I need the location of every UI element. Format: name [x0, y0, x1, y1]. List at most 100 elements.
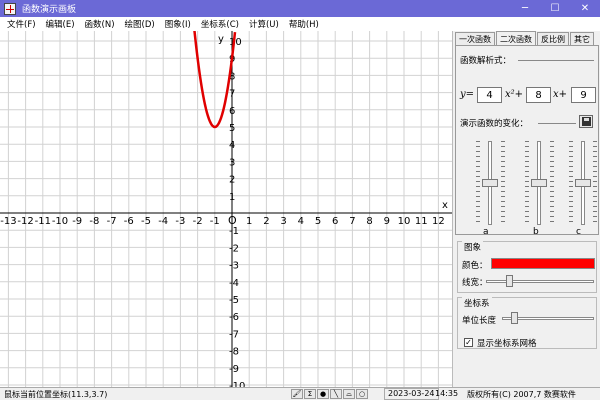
minimize-button[interactable]: ─	[510, 0, 540, 17]
circle-icon[interactable]: ○	[356, 389, 368, 399]
color-swatch[interactable]	[491, 258, 595, 269]
sigma-icon[interactable]: Σ	[304, 389, 316, 399]
grid-checkbox-label: 显示坐标系网格	[477, 339, 537, 349]
coef-c-input[interactable]: 9	[571, 87, 596, 103]
function-tabs: 一次函数 二次函数 反比例 其它	[455, 31, 595, 46]
x-tick-label: 5	[315, 216, 321, 227]
linewidth-slider[interactable]	[486, 275, 594, 287]
x-axis-label: x	[442, 200, 448, 211]
x-tick-label: 2	[263, 216, 269, 227]
graph-canvas[interactable]: -13 -12 -11 -10 -9 -8 -7 -6 -5 -4 -3 -2 -1 1 2 3 4 5 6 7 8 9 1…	[0, 31, 452, 387]
y-tick-label: -1	[229, 226, 239, 237]
line-icon[interactable]: ╲	[330, 389, 342, 399]
x-tick-label: 10	[398, 216, 411, 227]
tab-linear[interactable]: 一次函数	[455, 32, 495, 45]
y-tick-label: 1	[229, 192, 235, 203]
y-tick-label: 7	[229, 89, 235, 100]
animate-label: 演示函数的变化：	[460, 119, 529, 129]
title-bar: 函数演示画板 ─ ☐ ✕	[0, 0, 600, 17]
copyright-text: 版权所有(C) 2007,7 数赛软件	[467, 390, 576, 399]
x-tick-label: -9	[72, 216, 82, 227]
menu-file[interactable]: 文件(F)	[2, 18, 41, 30]
slider-ticks	[593, 141, 597, 225]
x-tick-label: -4	[158, 216, 168, 227]
x-tick-label: -12	[17, 216, 33, 227]
divider	[538, 123, 576, 124]
slider-a-thumb[interactable]	[482, 179, 498, 187]
menu-edit[interactable]: 编辑(E)	[41, 18, 80, 30]
unit-length-thumb[interactable]	[511, 312, 518, 324]
linewidth-label: 线宽：	[462, 278, 488, 288]
unit-length-slider[interactable]	[502, 312, 594, 324]
equation-x2: x²+	[505, 89, 524, 100]
slider-track	[486, 280, 594, 283]
y-tick-label: -8	[229, 347, 239, 358]
x-tick-label: 9	[384, 216, 390, 227]
slider-ticks	[501, 141, 505, 225]
point-icon[interactable]: ●	[317, 389, 329, 399]
paint-icon[interactable]: 🖌	[291, 389, 303, 399]
status-date: 2023-03-24	[384, 388, 439, 400]
slider-b-thumb[interactable]	[531, 179, 547, 187]
coordinate-group-title: 坐标系	[462, 297, 492, 309]
x-tick-label: 12	[432, 216, 445, 227]
slider-ticks	[476, 141, 480, 225]
x-tick-label: 8	[366, 216, 372, 227]
slider-ticks	[569, 141, 573, 225]
image-group: 图象 颜色： 线宽：	[457, 241, 597, 293]
image-group-title: 图象	[462, 241, 484, 253]
x-tick-label: 7	[349, 216, 355, 227]
divider	[518, 60, 594, 61]
slider-b[interactable]	[530, 141, 548, 225]
slider-c-thumb[interactable]	[575, 179, 591, 187]
tab-inverse[interactable]: 反比例	[537, 32, 569, 45]
coef-a-input[interactable]: 4	[477, 87, 502, 103]
menu-image[interactable]: 图象(I)	[160, 18, 196, 30]
y-tick-label: -4	[229, 278, 239, 289]
linewidth-thumb[interactable]	[506, 275, 513, 287]
slider-c-label: c	[576, 227, 581, 237]
menu-help[interactable]: 帮助(H)	[284, 18, 324, 30]
menu-calculate[interactable]: 计算(U)	[244, 18, 284, 30]
window-controls: ─ ☐ ✕	[510, 0, 600, 17]
x-tick-label: -10	[52, 216, 68, 227]
x-tick-label: -3	[175, 216, 185, 227]
y-tick-label: -2	[229, 243, 239, 254]
x-tick-label: 1	[246, 216, 252, 227]
floppy-icon	[581, 117, 591, 126]
tab-quadratic[interactable]: 二次函数	[496, 31, 536, 46]
y-tick-label: -7	[229, 329, 239, 340]
close-button[interactable]: ✕	[570, 0, 600, 17]
x-tick-label: -2	[193, 216, 203, 227]
menu-draw[interactable]: 绘图(D)	[120, 18, 160, 30]
tab-content: 函数解析式： y= 4 x²+ 8 x+ 9 演示函数的变化： a b c	[455, 45, 599, 237]
slider-ticks	[525, 141, 529, 225]
y-tick-label: -9	[229, 364, 239, 375]
maximize-button[interactable]: ☐	[540, 0, 570, 17]
x-tick-label: -7	[107, 216, 117, 227]
status-bar: 鼠标当前位置坐标(11.3,3.7) 🖌 Σ ● ╲ ⌓ ○ 2023-03-2…	[0, 387, 600, 400]
menu-function[interactable]: 函数(N)	[80, 18, 120, 30]
equation-y: y=	[460, 89, 475, 100]
y-axis-label: y	[218, 34, 224, 45]
slider-b-label: b	[533, 227, 539, 237]
menu-coordinate[interactable]: 坐标系(C)	[196, 18, 244, 30]
polygon-icon[interactable]: ⌓	[343, 389, 355, 399]
tab-other[interactable]: 其它	[570, 32, 594, 45]
save-button[interactable]	[579, 115, 593, 128]
y-tick-label: 3	[229, 157, 235, 168]
mouse-coordinate: 鼠标当前位置坐标(11.3,3.7)	[4, 390, 108, 399]
status-time: 14:35	[435, 389, 459, 398]
grid-checkbox[interactable]: ✓	[464, 338, 473, 347]
window-title: 函数演示画板	[22, 5, 77, 15]
y-tick-label: -3	[229, 261, 239, 272]
slider-a-label: a	[483, 227, 489, 237]
toolbar-icons: 🖌 Σ ● ╲ ⌓ ○	[291, 389, 369, 399]
equation-heading: 函数解析式：	[460, 56, 512, 66]
coef-b-input[interactable]: 8	[526, 87, 551, 103]
x-tick-label: 3	[280, 216, 286, 227]
y-tick-label: 2	[229, 175, 235, 186]
y-tick-label: 5	[229, 123, 235, 134]
slider-c[interactable]	[574, 141, 592, 225]
slider-a[interactable]	[481, 141, 499, 225]
